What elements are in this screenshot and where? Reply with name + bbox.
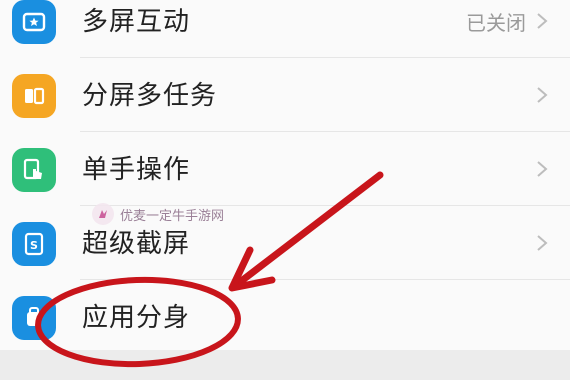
status-text: 已关闭 [466,11,526,35]
watermark-logo-icon [92,203,114,225]
watermark-text: 优麦一定牛手游网 [120,208,225,224]
settings-row-label: 单手操作 [82,155,191,185]
settings-row-label: 超级截屏 [82,229,191,259]
multi-screen-icon [12,0,56,44]
settings-list: 多屏互动 已关闭 分屏多任务 单手操作 S 超级截屏 应用分身 [0,0,570,354]
chevron-right-icon [537,235,548,251]
settings-row-label: 多屏互动 [82,7,191,37]
settings-row-one-hand[interactable]: 单手操作 [0,132,570,206]
watermark: 优麦一定牛手游网 [92,203,224,225]
settings-row-multi-screen[interactable]: 多屏互动 已关闭 [0,0,570,58]
chevron-right-icon [537,161,548,177]
bottom-strip [0,350,570,380]
settings-row-label: 应用分身 [82,303,191,333]
svg-text:S: S [30,239,38,252]
chevron-right-icon [537,87,548,103]
settings-row-app-clone[interactable]: 应用分身 [0,280,570,354]
split-screen-icon [12,74,56,118]
chevron-right-icon [537,13,548,29]
settings-row-label: 分屏多任务 [82,81,218,111]
super-screenshot-icon: S [12,222,56,266]
settings-row-split-screen[interactable]: 分屏多任务 [0,58,570,132]
app-clone-icon [12,296,56,340]
one-hand-icon [12,148,56,192]
settings-row-super-screenshot[interactable]: S 超级截屏 [0,206,570,280]
